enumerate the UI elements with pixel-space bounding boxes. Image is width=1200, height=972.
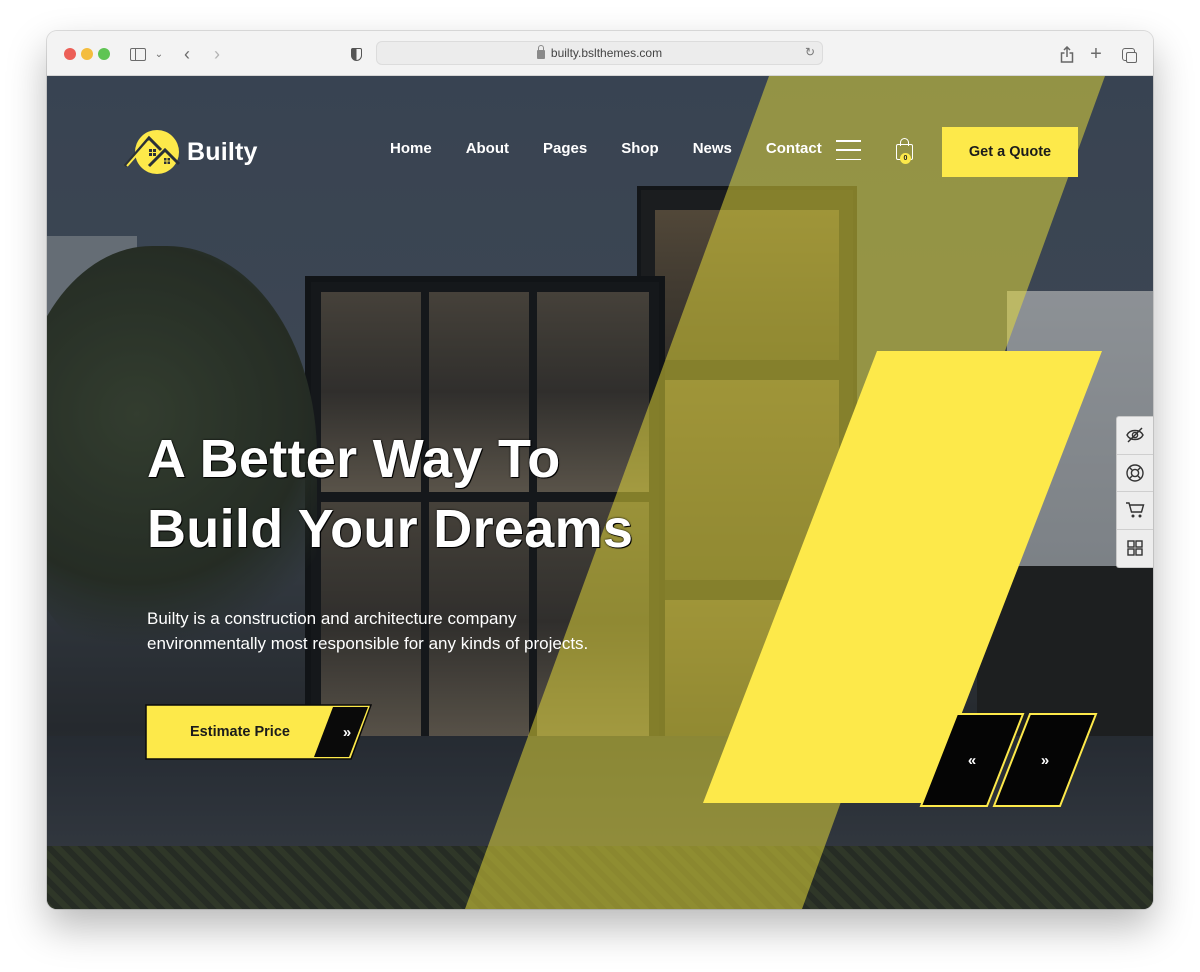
chevron-down-icon[interactable]: ⌄ xyxy=(154,43,164,65)
hamburger-menu-icon[interactable] xyxy=(836,140,861,160)
hero-title: A Better Way To Build Your Dreams xyxy=(147,424,633,564)
logo[interactable]: Builty xyxy=(123,128,258,176)
cart-icon xyxy=(1126,502,1145,518)
slider-next-button[interactable]: » xyxy=(992,712,1098,808)
estimate-price-button[interactable]: Estimate Price » xyxy=(145,704,375,760)
nav-about[interactable]: About xyxy=(466,140,509,157)
logo-house-icon xyxy=(123,130,181,174)
get-a-quote-button[interactable]: Get a Quote xyxy=(942,127,1078,177)
hero-title-line-2: Build Your Dreams xyxy=(147,499,634,559)
reload-icon[interactable]: ↻ xyxy=(805,45,815,59)
hero-subtitle-line-1: Builty is a construction and architectur… xyxy=(147,609,517,628)
hero-subtitle-line-2: environmentally most responsible for any… xyxy=(147,634,589,653)
browser-toolbar: ⌄ ‹ › builty.bslthemes.com ↻ + xyxy=(47,31,1153,76)
privacy-shield-icon[interactable] xyxy=(349,43,363,65)
hero-section: Builty Home About Pages Shop News Contac… xyxy=(47,76,1153,909)
brand-name: Builty xyxy=(187,137,258,166)
lifebuoy-icon xyxy=(1126,464,1144,482)
browser-window: ⌄ ‹ › builty.bslthemes.com ↻ + Builty Ho… xyxy=(47,31,1153,909)
lock-icon xyxy=(536,45,545,59)
share-icon[interactable] xyxy=(1059,43,1075,65)
nav-shop[interactable]: Shop xyxy=(621,140,659,157)
eye-slash-icon xyxy=(1126,427,1144,443)
nav-home[interactable]: Home xyxy=(390,140,432,157)
side-tool-cart[interactable] xyxy=(1117,492,1153,530)
hero-title-line-1: A Better Way To xyxy=(147,429,561,489)
tab-overview-icon[interactable] xyxy=(1119,43,1137,65)
double-chevron-right-icon: » xyxy=(342,723,352,741)
double-chevron-right-icon: » xyxy=(1040,751,1050,769)
address-bar[interactable]: builty.bslthemes.com ↻ xyxy=(376,41,823,65)
estimate-price-label: Estimate Price xyxy=(190,724,290,740)
close-window-button[interactable] xyxy=(64,48,76,60)
sidebar-toggle-icon[interactable] xyxy=(129,43,147,65)
cart-button[interactable]: 0 xyxy=(895,138,915,164)
side-tool-grid[interactable] xyxy=(1117,530,1153,568)
side-tool-panel xyxy=(1116,416,1153,568)
url-text: builty.bslthemes.com xyxy=(550,46,663,60)
minimize-window-button[interactable] xyxy=(81,48,93,60)
nav-contact[interactable]: Contact xyxy=(766,140,822,157)
side-tool-support[interactable] xyxy=(1117,455,1153,492)
nav-news[interactable]: News xyxy=(693,140,732,157)
main-navigation: Home About Pages Shop News Contact xyxy=(390,140,822,157)
nav-pages[interactable]: Pages xyxy=(543,140,587,157)
zoom-window-button[interactable] xyxy=(98,48,110,60)
cart-count-badge: 0 xyxy=(900,153,911,164)
new-tab-icon[interactable]: + xyxy=(1088,43,1104,65)
side-tool-hide[interactable] xyxy=(1117,417,1153,455)
grid-icon xyxy=(1127,540,1143,556)
hero-subtitle: Builty is a construction and architectur… xyxy=(147,606,667,656)
back-icon[interactable]: ‹ xyxy=(180,43,194,65)
forward-icon[interactable]: › xyxy=(210,43,224,65)
